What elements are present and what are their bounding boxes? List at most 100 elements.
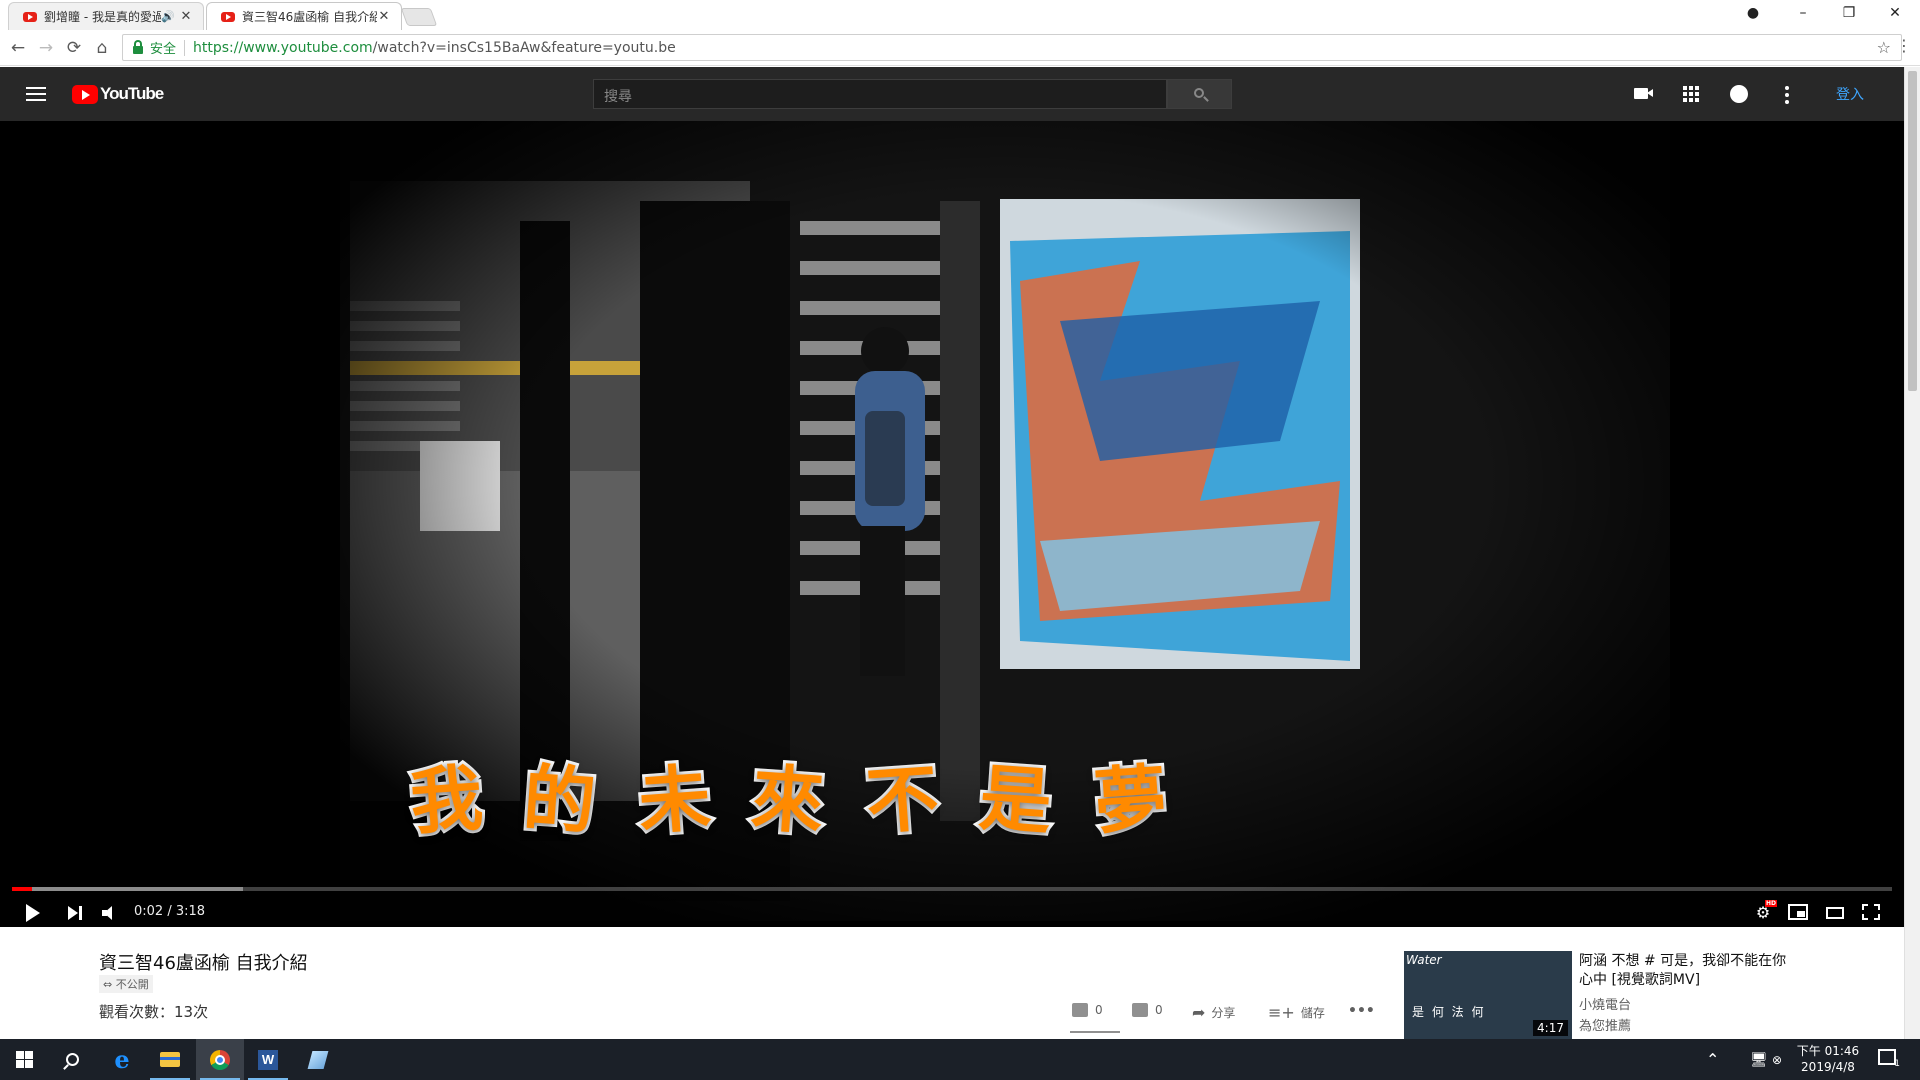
taskbar-edge[interactable]: e xyxy=(98,1039,146,1080)
like-ratio-bar xyxy=(1070,1031,1120,1033)
thumbnail-text: 是 何 法 何 xyxy=(1412,1005,1486,1019)
lock-icon xyxy=(133,39,143,54)
apps-icon[interactable] xyxy=(1680,84,1702,104)
tab-title: 劉增瞳 - 我是真的愛過 xyxy=(44,10,162,24)
volume-mute-icon[interactable]: ⊗ xyxy=(1772,1039,1782,1080)
caption-char: 夢 xyxy=(1089,753,1173,848)
recommended-video-title[interactable]: 阿涵 不想 # 可是，我卻不能在你心中 [視覺歌詞MV] xyxy=(1579,952,1789,990)
chrome-menu-icon[interactable]: ⋮ xyxy=(1896,36,1912,55)
miniplayer-icon[interactable] xyxy=(1788,904,1810,922)
file-explorer-icon xyxy=(160,1052,180,1067)
thumbnail-watermark: Water xyxy=(1406,953,1442,967)
notification-center-icon[interactable]: 1 xyxy=(1878,1049,1900,1069)
caption-char: 來 xyxy=(746,753,830,848)
youtube-header: YouTube 搜尋 登入 xyxy=(0,67,1904,121)
browser-tab-strip: 劉增瞳 - 我是真的愛過 🔊 ✕ 資三智46盧函榆 自我介紹 ✕ ● – ❐ ✕ xyxy=(0,0,1920,30)
more-actions-button[interactable]: ••• xyxy=(1348,1003,1375,1019)
signin-button[interactable]: 登入 xyxy=(1836,84,1864,104)
player-controls: 0:02 / 3:18 ⚙ HD xyxy=(0,897,1904,927)
word-icon: W xyxy=(258,1049,278,1070)
taskbar-file-explorer[interactable] xyxy=(146,1039,194,1080)
thumbs-down-icon xyxy=(1132,1003,1148,1017)
caption-char: 未 xyxy=(633,753,717,848)
bookmark-star-icon[interactable]: ☆ xyxy=(1877,38,1891,57)
theater-mode-icon[interactable] xyxy=(1826,904,1848,922)
video-player[interactable]: 我 的 未 來 不 是 夢 0:02 / 3:18 ⚙ HD xyxy=(0,121,1904,927)
unlisted-badge: ⇔ 不公開 xyxy=(99,975,153,993)
play-icon[interactable] xyxy=(26,904,40,922)
volume-icon[interactable] xyxy=(102,906,116,920)
back-button[interactable]: ← xyxy=(6,36,30,60)
audio-playing-icon[interactable]: 🔊 xyxy=(161,10,175,23)
hd-badge: HD xyxy=(1764,900,1777,907)
windows-logo-icon xyxy=(15,1051,33,1068)
caption-char: 是 xyxy=(974,753,1058,848)
recommended-video-meta: 小燒電台 為您推薦 xyxy=(1579,995,1631,1037)
dislike-button[interactable]: 0 xyxy=(1132,1003,1163,1017)
security-label: 安全 xyxy=(150,42,177,57)
video-title: 資三智46盧函榆 自我介紹 xyxy=(99,953,308,974)
channel-name[interactable]: 小燒電台 xyxy=(1579,995,1631,1016)
taskbar-app[interactable] xyxy=(294,1039,342,1080)
video-duration: 4:17 xyxy=(1533,1020,1568,1036)
video-progress-bar[interactable] xyxy=(12,887,1892,891)
view-count: 觀看次數：13次 xyxy=(99,1003,209,1021)
tray-overflow-icon[interactable]: ⌃ xyxy=(1706,1039,1719,1080)
recommended-video-thumbnail[interactable]: Water 是 何 法 何 4:17 xyxy=(1404,951,1572,1039)
chrome-icon xyxy=(210,1049,230,1070)
share-icon: ➦ xyxy=(1192,1003,1206,1022)
minimize-button[interactable]: – xyxy=(1780,0,1826,28)
tab-close-icon[interactable]: ✕ xyxy=(377,9,391,24)
search-input[interactable]: 搜尋 xyxy=(593,79,1167,109)
messages-icon[interactable] xyxy=(1728,84,1750,104)
browser-tab-1[interactable]: 劉增瞳 - 我是真的愛過 🔊 ✕ xyxy=(8,2,204,30)
buffered-bar xyxy=(12,887,244,891)
settings-gear-icon[interactable]: ⚙ HD xyxy=(1752,900,1777,922)
caption-char: 我 xyxy=(405,753,489,848)
restore-button[interactable]: ❐ xyxy=(1826,0,1872,28)
upload-video-icon[interactable] xyxy=(1632,84,1654,104)
network-icon[interactable]: 🖥 xyxy=(1750,1039,1768,1080)
settings-more-icon[interactable] xyxy=(1776,84,1798,104)
dislike-count: 0 xyxy=(1155,1003,1163,1017)
tab-title: 資三智46盧函榆 自我介紹 xyxy=(242,10,377,24)
recommend-reason: 為您推薦 xyxy=(1579,1019,1632,1034)
new-tab-button[interactable] xyxy=(400,8,438,26)
taskbar-word[interactable]: W xyxy=(244,1039,292,1080)
add-to-playlist-icon: ≡+ xyxy=(1268,1003,1295,1022)
url-field[interactable]: 安全 https://www.youtube.com/watch?v=insCs… xyxy=(122,34,1902,61)
taskbar-clock[interactable]: 下午 01:46 2019/4/8 xyxy=(1788,1043,1868,1075)
close-window-button[interactable]: ✕ xyxy=(1872,0,1918,28)
scrollbar-thumb[interactable] xyxy=(1908,71,1917,391)
account-icon[interactable]: ● xyxy=(1730,0,1776,28)
edge-browser-icon: e xyxy=(114,1045,130,1074)
search-icon xyxy=(65,1053,79,1066)
taskbar-search-button[interactable] xyxy=(48,1039,96,1080)
fullscreen-icon[interactable] xyxy=(1862,904,1884,922)
tab-close-icon[interactable]: ✕ xyxy=(179,9,193,24)
video-caption: 我 的 未 來 不 是 夢 xyxy=(405,741,1173,848)
search-button[interactable] xyxy=(1167,79,1232,109)
app-icon xyxy=(307,1050,329,1069)
search-icon xyxy=(1194,88,1204,98)
taskbar-chrome[interactable] xyxy=(196,1039,244,1080)
save-button[interactable]: ≡+ 儲存 xyxy=(1268,1003,1325,1022)
url-text: https://www.youtube.com/watch?v=insCs15B… xyxy=(193,39,676,56)
home-button[interactable]: ⌂ xyxy=(90,36,114,60)
like-button[interactable]: 0 xyxy=(1072,1003,1103,1017)
next-video-icon[interactable] xyxy=(68,905,82,921)
start-button[interactable] xyxy=(0,1039,48,1080)
like-count: 0 xyxy=(1095,1003,1103,1017)
share-button[interactable]: ➦ 分享 xyxy=(1192,1003,1235,1022)
windows-taskbar: e W ⌃ 🖥 ⊗ 下午 01:46 2019/4/8 1 xyxy=(0,1039,1920,1080)
page-scrollbar[interactable] xyxy=(1904,67,1920,1039)
youtube-logo[interactable]: YouTube xyxy=(72,84,164,104)
caption-char: 的 xyxy=(518,753,602,848)
played-bar xyxy=(12,887,32,891)
browser-tab-2[interactable]: 資三智46盧函榆 自我介紹 ✕ xyxy=(206,2,402,30)
forward-button[interactable]: → xyxy=(34,36,58,60)
hamburger-menu-icon[interactable] xyxy=(26,87,46,101)
reload-button[interactable]: ⟳ xyxy=(62,36,86,60)
youtube-wordmark: YouTube xyxy=(100,84,164,103)
caption-char: 不 xyxy=(861,753,945,848)
